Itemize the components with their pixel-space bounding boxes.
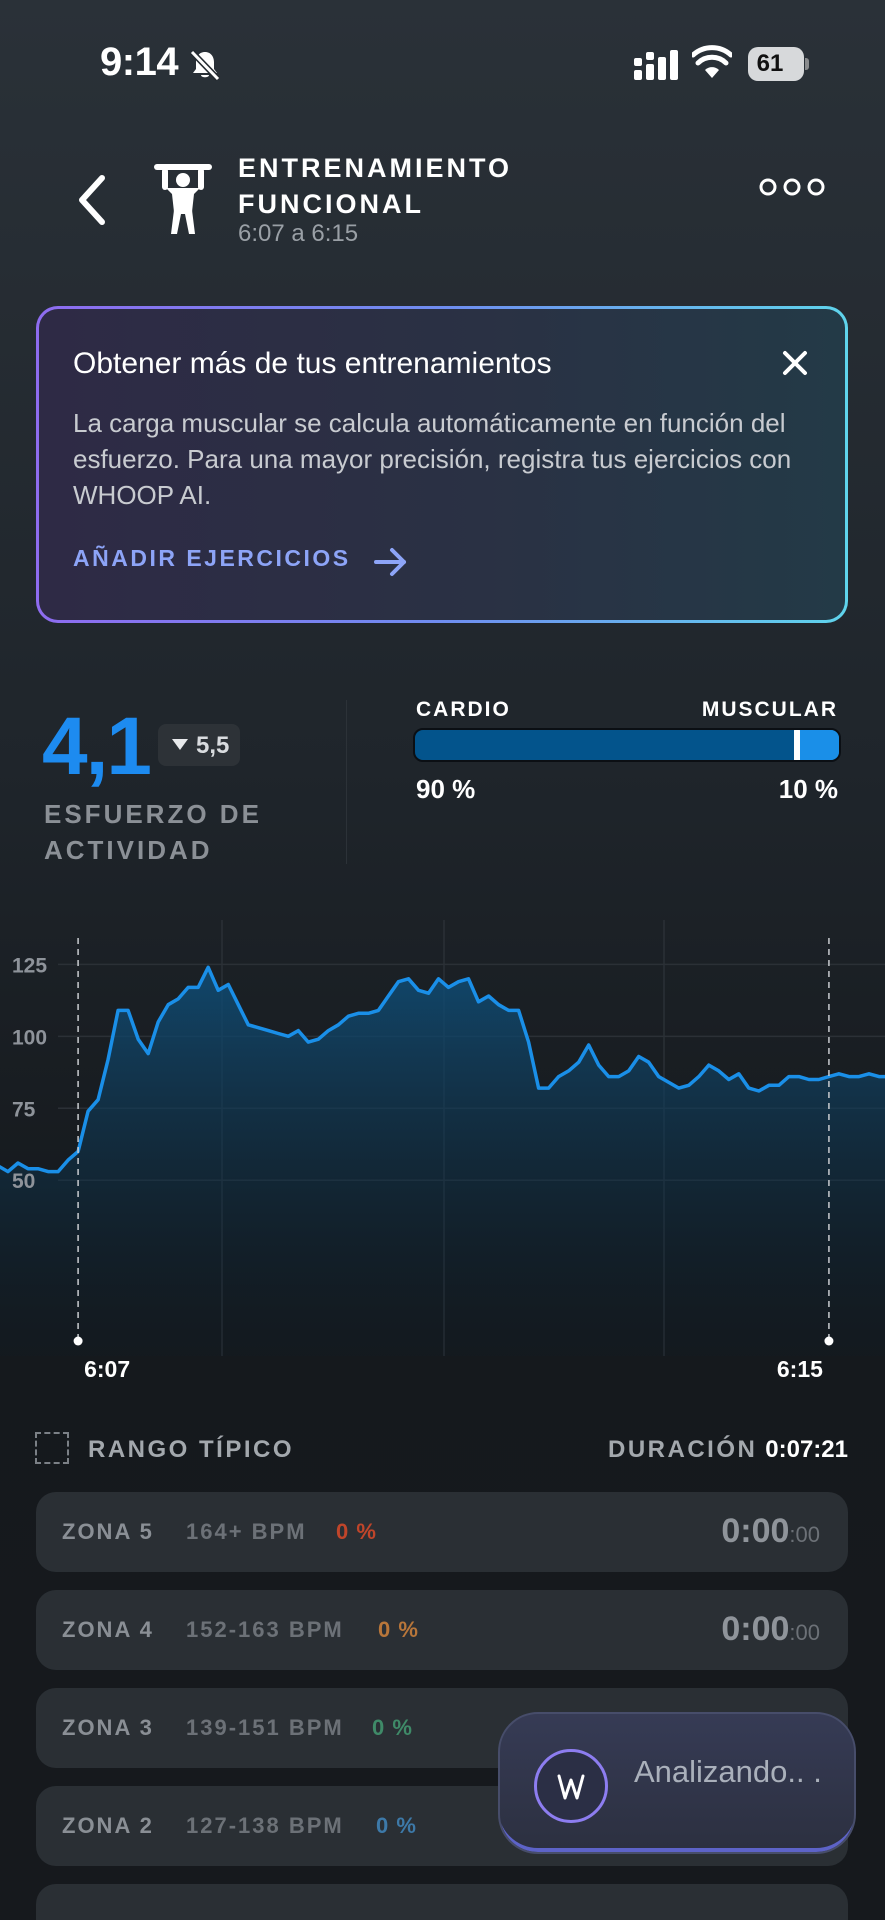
banner-title: Obtener más de tus entrenamientos — [73, 347, 552, 380]
zone-name: ZONA 5 — [62, 1519, 154, 1544]
whoop-ai-icon — [534, 1749, 608, 1823]
load-split-marker — [793, 730, 800, 760]
analyzing-toast[interactable]: Analizando.. . — [498, 1712, 856, 1854]
zone-percent: 0 % — [376, 1813, 417, 1838]
duration-label: DURACIÓN — [608, 1436, 758, 1463]
y-tick-label: 50 — [12, 1170, 35, 1193]
zone-name: ZONA 3 — [62, 1715, 154, 1740]
zone-bpm: 164+ BPM — [186, 1519, 307, 1544]
zone-time: 0:00:00 — [721, 1610, 820, 1648]
battery-level: 61 — [756, 50, 784, 77]
zone-name: ZONA 4 — [62, 1617, 154, 1642]
typical-range-swatch — [35, 1432, 69, 1464]
status-time: 9:14 — [100, 40, 179, 84]
heart-rate-chart: 6:07 6:15 125 100 75 50 — [0, 920, 885, 1380]
workout-end-time: 6:15 — [777, 1356, 823, 1380]
back-icon[interactable] — [70, 170, 114, 230]
zone-percent: 0 % — [378, 1617, 419, 1642]
workout-title: ENTRENAMIENTO FUNCIONAL — [238, 153, 513, 219]
muscular-percent: 10 % — [778, 774, 838, 804]
activity-effort-value: 4,1 — [42, 701, 152, 792]
typical-range-label: RANGO TÍPICO — [88, 1436, 295, 1463]
divider — [346, 700, 347, 864]
bell-muted-icon — [189, 49, 221, 82]
workout-end-dot — [824, 1336, 834, 1346]
muscular-label: MUSCULAR — [701, 698, 838, 721]
zone-bpm: 127-138 BPM — [186, 1813, 344, 1838]
zone-bpm: 152-163 BPM — [186, 1617, 344, 1642]
promo-banner: Obtener más de tus entrenamientos La car… — [36, 306, 848, 623]
cardio-percent: 90 % — [416, 774, 476, 804]
workout-start-dot — [73, 1336, 83, 1346]
activity-effort-label: ESFUERZO DE ACTIVIDAD — [44, 799, 262, 865]
zone-percent: 0 % — [372, 1715, 413, 1740]
muscular-fill — [796, 730, 839, 760]
duration-value: 0:07:21 — [765, 1436, 848, 1463]
cellular-signal-icon — [634, 50, 678, 80]
zone-row-1[interactable] — [36, 1884, 848, 1920]
zone-percent: 0 % — [336, 1519, 377, 1544]
analyzing-text: Analizando.. . — [634, 1754, 822, 1789]
y-tick-label: 100 — [12, 1026, 47, 1049]
triangle-down-icon — [172, 739, 188, 750]
add-exercises-link[interactable]: AÑADIR EJERCICIOS — [73, 545, 351, 572]
zone-row-5[interactable]: ZONA 5 164+ BPM 0 % 0:00:00 — [36, 1492, 848, 1572]
workout-start-time: 6:07 — [84, 1356, 130, 1380]
more-options-icon[interactable] — [758, 176, 826, 198]
functional-training-icon — [154, 164, 212, 234]
zone-row-4[interactable]: ZONA 4 152-163 BPM 0 % 0:00:00 — [36, 1590, 848, 1670]
load-split-bar — [413, 728, 841, 762]
close-icon[interactable] — [781, 349, 809, 377]
arrow-right-icon[interactable] — [373, 545, 409, 579]
workout-time-range: 6:07 a 6:15 — [238, 220, 359, 247]
battery-icon: 61 — [748, 47, 809, 81]
zone-time: 0:00:00 — [721, 1512, 820, 1550]
y-tick-label: 75 — [12, 1098, 36, 1121]
effort-change-value: 5,5 — [196, 732, 230, 759]
wifi-icon — [692, 45, 732, 78]
zone-name: ZONA 2 — [62, 1813, 154, 1838]
banner-body: La carga muscular se calcula automáticam… — [73, 408, 792, 510]
y-tick-label: 125 — [12, 954, 47, 977]
zone-bpm: 139-151 BPM — [186, 1715, 344, 1740]
effort-change-badge: 5,5 — [158, 724, 240, 766]
cardio-label: CARDIO — [416, 698, 511, 721]
